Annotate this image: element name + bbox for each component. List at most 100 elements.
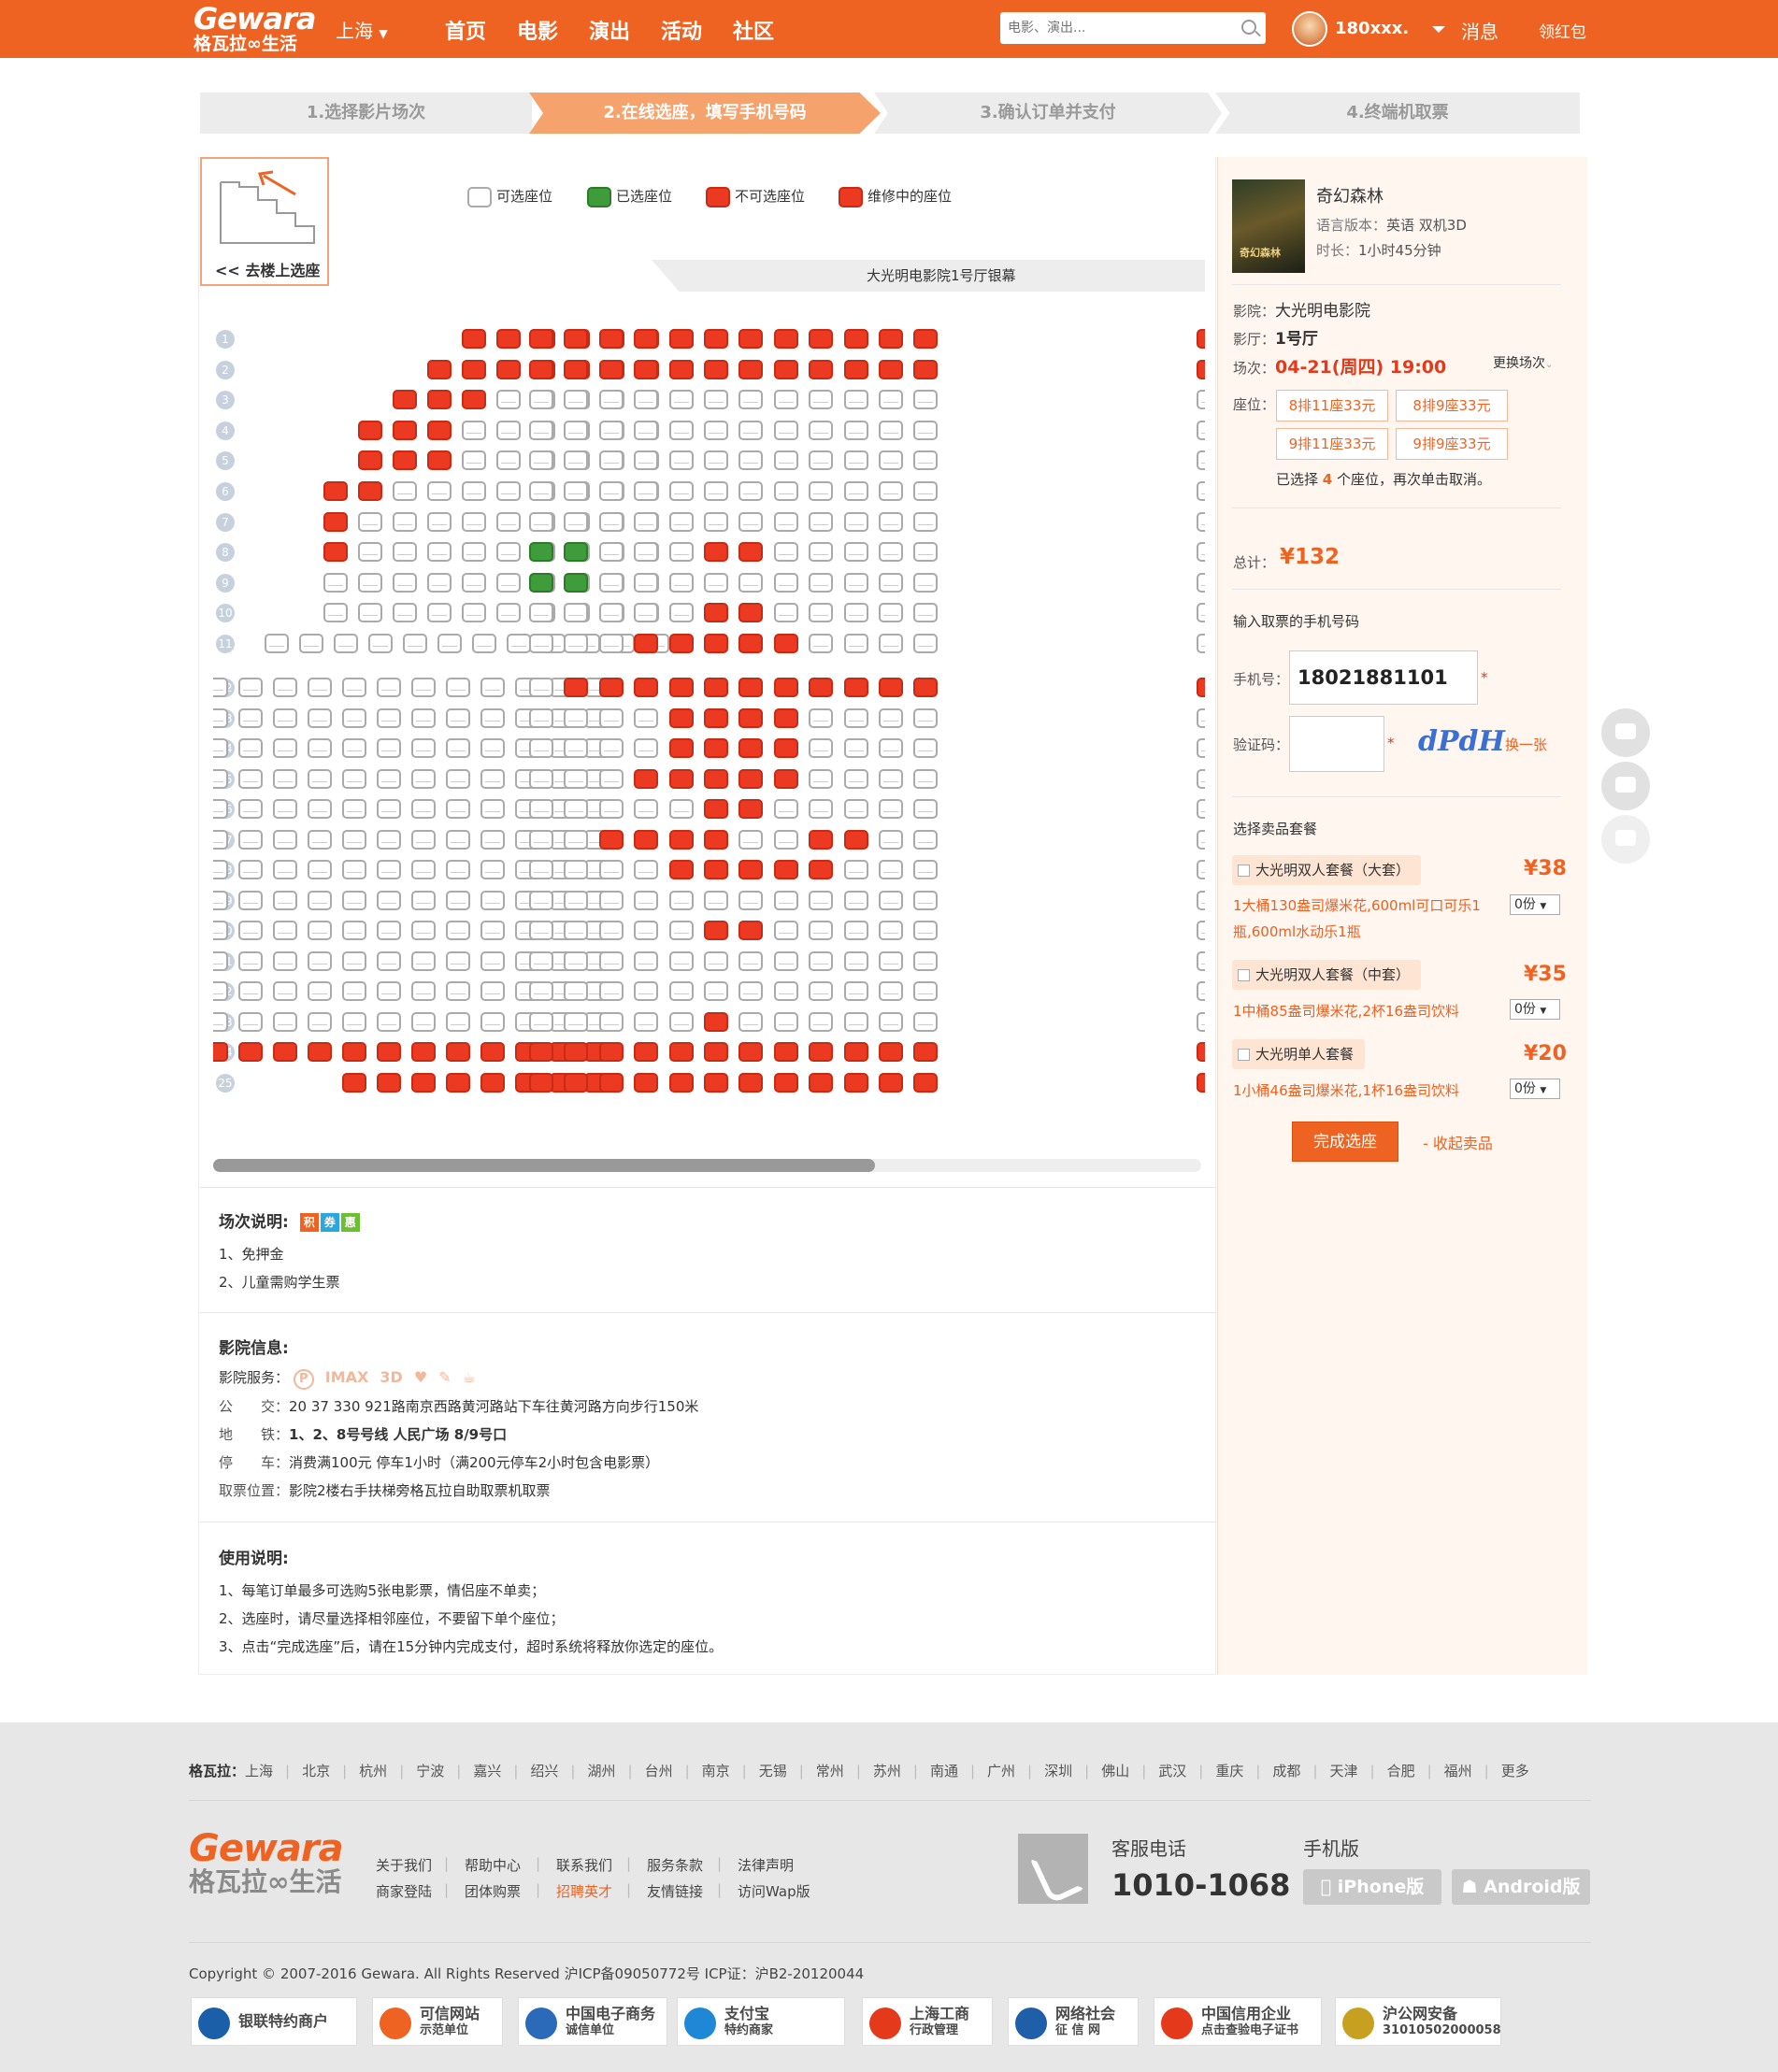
available-seat[interactable] — [809, 1011, 834, 1032]
available-seat[interactable] — [913, 829, 939, 850]
city-link[interactable]: 福州 — [1444, 1763, 1472, 1779]
available-seat[interactable] — [377, 981, 401, 1001]
available-seat[interactable] — [213, 1011, 228, 1032]
available-seat[interactable] — [879, 890, 903, 910]
available-seat[interactable] — [634, 603, 659, 623]
available-seat[interactable] — [564, 768, 589, 789]
available-seat[interactable] — [393, 572, 417, 593]
available-seat[interactable] — [273, 890, 297, 910]
package-2[interactable]: 大光明双人套餐（中套） — [1232, 960, 1422, 990]
username[interactable]: 180xxx. — [1335, 19, 1409, 38]
available-seat[interactable] — [668, 542, 694, 563]
partial-seat[interactable] — [1197, 921, 1205, 940]
available-seat[interactable] — [411, 707, 436, 728]
available-seat[interactable] — [668, 420, 694, 440]
available-seat[interactable] — [668, 481, 694, 501]
partial-seat[interactable] — [1197, 890, 1205, 910]
available-seat[interactable] — [879, 450, 903, 471]
available-seat[interactable] — [913, 634, 939, 653]
available-seat[interactable] — [529, 921, 553, 940]
available-seat[interactable] — [738, 420, 764, 440]
trust-badge[interactable]: 中国电子商务 诚信单位 — [518, 1997, 667, 2046]
change-session-link[interactable]: 更换场次⌄ — [1493, 353, 1553, 372]
available-seat[interactable] — [843, 542, 868, 563]
available-seat[interactable] — [323, 572, 348, 593]
city-link[interactable]: 广州 — [987, 1763, 1015, 1779]
available-seat[interactable] — [668, 450, 694, 471]
available-seat[interactable] — [598, 738, 624, 758]
city-link[interactable]: 无锡 — [759, 1763, 787, 1779]
available-seat[interactable] — [773, 799, 798, 819]
available-seat[interactable] — [809, 707, 834, 728]
available-seat[interactable] — [213, 707, 228, 728]
available-seat[interactable] — [564, 981, 589, 1001]
city-link[interactable]: 宁波 — [416, 1763, 444, 1779]
partial-seat[interactable] — [1197, 359, 1205, 379]
available-seat[interactable] — [668, 921, 694, 940]
search-icon[interactable] — [1241, 20, 1256, 35]
available-seat[interactable] — [738, 981, 764, 1001]
available-seat[interactable] — [308, 799, 332, 819]
available-seat[interactable] — [879, 542, 903, 563]
available-seat[interactable] — [273, 799, 297, 819]
available-seat[interactable] — [564, 634, 589, 653]
available-seat[interactable] — [879, 511, 903, 532]
footer-link[interactable]: 商家登陆 — [376, 1881, 432, 1901]
available-seat[interactable] — [377, 1011, 401, 1032]
available-seat[interactable] — [377, 707, 401, 728]
city-link[interactable]: 苏州 — [873, 1763, 901, 1779]
trust-badge[interactable]: 可信网站 示范单位 — [372, 1997, 503, 2046]
available-seat[interactable] — [446, 768, 470, 789]
trust-badge[interactable]: 网络社会征 信 网 — [1008, 1997, 1139, 2046]
trust-badge[interactable]: 银联特约商户 — [191, 1997, 357, 2046]
partial-seat[interactable] — [1197, 829, 1205, 850]
footer-link[interactable]: 访问Wap版 — [738, 1881, 810, 1901]
available-seat[interactable] — [213, 860, 228, 879]
available-seat[interactable] — [704, 981, 728, 1001]
available-seat[interactable] — [480, 860, 505, 879]
available-seat[interactable] — [809, 921, 834, 940]
available-seat[interactable] — [809, 542, 834, 563]
available-seat[interactable] — [393, 511, 417, 532]
available-seat[interactable] — [358, 511, 382, 532]
user-menu-caret-icon[interactable] — [1432, 26, 1445, 39]
available-seat[interactable] — [598, 511, 624, 532]
available-seat[interactable] — [913, 950, 939, 971]
city-link[interactable]: 南通 — [930, 1763, 958, 1779]
package-3-qty-select[interactable]: 0份 ▼ — [1510, 1079, 1560, 1099]
available-seat[interactable] — [342, 1011, 366, 1032]
messages-link[interactable]: 消息 — [1461, 17, 1498, 44]
available-seat[interactable] — [273, 829, 297, 850]
available-seat[interactable] — [403, 634, 427, 653]
city-link[interactable]: 北京 — [302, 1763, 330, 1779]
partial-seat[interactable] — [1197, 420, 1205, 440]
available-seat[interactable] — [913, 890, 939, 910]
available-seat[interactable] — [342, 707, 366, 728]
available-seat[interactable] — [704, 481, 728, 501]
available-seat[interactable] — [564, 950, 589, 971]
checkbox[interactable] — [1238, 969, 1250, 981]
available-seat[interactable] — [668, 981, 694, 1001]
available-seat[interactable] — [446, 678, 470, 697]
available-seat[interactable] — [564, 921, 589, 940]
available-seat[interactable] — [213, 921, 228, 940]
partial-seat[interactable] — [1197, 603, 1205, 623]
available-seat[interactable] — [634, 542, 659, 563]
available-seat[interactable] — [393, 542, 417, 563]
available-seat[interactable] — [843, 950, 868, 971]
available-seat[interactable] — [238, 678, 263, 697]
available-seat[interactable] — [308, 768, 332, 789]
city-link[interactable]: 成都 — [1272, 1763, 1300, 1779]
available-seat[interactable] — [773, 450, 798, 471]
partial-seat[interactable] — [1197, 329, 1205, 349]
available-seat[interactable] — [634, 950, 659, 971]
available-seat[interactable] — [462, 481, 486, 501]
available-seat[interactable] — [529, 481, 553, 501]
available-seat[interactable] — [598, 921, 624, 940]
selected-seat[interactable] — [564, 542, 589, 563]
available-seat[interactable] — [308, 738, 332, 758]
available-seat[interactable] — [668, 799, 694, 819]
chat-icon[interactable] — [1601, 762, 1650, 810]
available-seat[interactable] — [634, 799, 659, 819]
city-link[interactable]: 天津 — [1330, 1763, 1358, 1779]
